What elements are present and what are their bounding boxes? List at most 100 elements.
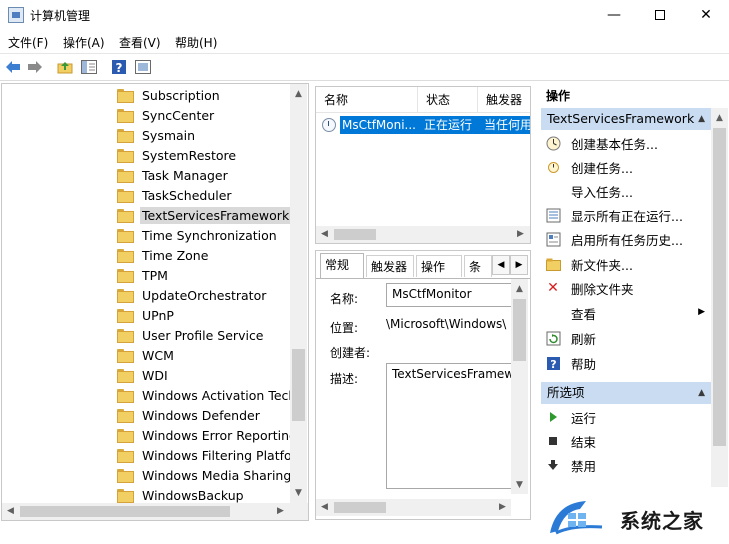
tree-item[interactable]: Windows Defender: [117, 405, 262, 425]
help-icon[interactable]: ?: [110, 58, 128, 76]
folder-icon: [117, 349, 134, 363]
name-label: 名称:: [330, 292, 359, 306]
tree-item-label: UPnP: [142, 307, 174, 323]
action-run[interactable]: 运行: [545, 405, 709, 429]
action-disable[interactable]: 禁用: [545, 453, 709, 477]
tree-item[interactable]: User Profile Service: [117, 325, 266, 345]
section-header-textservicesframework[interactable]: TextServicesFramework ▲: [541, 108, 711, 130]
prop-hscroll-thumb[interactable]: [334, 502, 386, 513]
folder-icon: [117, 449, 134, 463]
show-tree-icon[interactable]: [80, 58, 98, 76]
toolbar: ?: [0, 53, 729, 81]
tree-item[interactable]: SyncCenter: [117, 105, 216, 125]
forward-arrow-icon[interactable]: [26, 58, 44, 76]
action-show-running-tasks[interactable]: 显示所有正在运行...: [545, 203, 709, 227]
tree-item[interactable]: Subscription: [117, 85, 222, 105]
tree-vscroll-thumb[interactable]: [292, 349, 305, 421]
tree-item[interactable]: TaskScheduler: [117, 185, 234, 205]
tree-item[interactable]: TPM: [117, 265, 170, 285]
tab-scroll-left[interactable]: ◀: [492, 255, 510, 275]
prop-scroll-down-arrow[interactable]: ▼: [511, 477, 528, 494]
action-new-folder[interactable]: 新文件夹...: [545, 252, 709, 276]
task-row[interactable]: MsCtfMoni... 正在运行 当任何用: [320, 116, 530, 134]
action-label: 导入任务...: [571, 184, 633, 200]
tree-item-label: WindowsBackup: [142, 487, 244, 503]
section-header-selected-item[interactable]: 所选项 ▲: [541, 382, 711, 404]
minimize-button[interactable]: —: [591, 0, 637, 30]
tree-item[interactable]: WDI: [117, 365, 170, 385]
blank-icon: [545, 183, 561, 199]
back-arrow-icon[interactable]: [4, 58, 22, 76]
tab-general[interactable]: 常规: [320, 253, 364, 278]
properties-icon[interactable]: [134, 58, 152, 76]
properties-vertical-scrollbar[interactable]: ▲ ▼: [511, 279, 528, 494]
actions-vertical-scrollbar[interactable]: ▲: [711, 108, 728, 518]
column-header-trigger[interactable]: 触发器: [478, 87, 530, 113]
action-create-task[interactable]: 创建任务...: [545, 155, 709, 179]
scroll-right-arrow[interactable]: ▶: [272, 503, 289, 520]
list-horizontal-scrollbar[interactable]: ◀ ▶: [316, 226, 530, 243]
prop-scroll-left-arrow[interactable]: ◀: [316, 499, 333, 516]
tab-scroll-right[interactable]: ▶: [510, 255, 528, 275]
description-field[interactable]: TextServicesFramew: [386, 363, 512, 489]
tree-item[interactable]: TextServicesFramework: [117, 205, 292, 225]
column-header-name[interactable]: 名称: [316, 87, 418, 113]
menu-file[interactable]: 文件(F): [8, 34, 48, 51]
action-label: 刷新: [571, 331, 597, 347]
action-delete-folder[interactable]: ✕ 删除文件夹: [545, 276, 709, 300]
name-field[interactable]: MsCtfMonitor: [386, 283, 512, 307]
actions-vscroll-thumb[interactable]: [713, 128, 726, 446]
prop-scroll-right-arrow[interactable]: ▶: [494, 499, 511, 516]
list-hscroll-thumb[interactable]: [334, 229, 376, 240]
tree-item[interactable]: WindowsBackup: [117, 485, 246, 505]
tree-item[interactable]: Time Zone: [117, 245, 210, 265]
run-icon: [545, 409, 561, 425]
author-label: 创建者:: [330, 346, 371, 360]
action-enable-task-history[interactable]: 启用所有任务历史...: [545, 227, 709, 251]
column-header-status[interactable]: 状态: [418, 87, 478, 113]
folder-icon: [117, 269, 134, 283]
tree-horizontal-scrollbar[interactable]: ◀ ▶: [2, 503, 308, 520]
tree-item[interactable]: Task Manager: [117, 165, 230, 185]
action-label: 结束: [571, 434, 597, 450]
tab-conditions[interactable]: 条件: [464, 255, 492, 277]
tab-triggers[interactable]: 触发器: [366, 255, 414, 277]
close-button[interactable]: ✕: [683, 0, 729, 30]
tree-vertical-scrollbar[interactable]: ▲ ▼: [290, 84, 307, 503]
tree-item[interactable]: UPnP: [117, 305, 176, 325]
action-view[interactable]: 查看 ▶: [545, 301, 709, 325]
location-label: 位置:: [330, 321, 359, 335]
properties-horizontal-scrollbar[interactable]: ◀ ▶: [316, 499, 511, 516]
up-folder-icon[interactable]: [56, 58, 74, 76]
action-refresh[interactable]: 刷新: [545, 326, 709, 350]
tree-item[interactable]: UpdateOrchestrator: [117, 285, 268, 305]
tree-item[interactable]: WCM: [117, 345, 176, 365]
maximize-button[interactable]: [637, 0, 683, 30]
actions-scroll-up-arrow[interactable]: ▲: [711, 110, 728, 127]
action-help[interactable]: ? 帮助: [545, 351, 709, 375]
tree-item[interactable]: Windows Error Reporting: [117, 425, 299, 445]
list-scroll-left-arrow[interactable]: ◀: [316, 226, 333, 243]
tree-item[interactable]: Time Synchronization: [117, 225, 279, 245]
prop-vscroll-thumb[interactable]: [513, 299, 526, 361]
action-end[interactable]: 结束: [545, 429, 709, 453]
menu-help[interactable]: 帮助(H): [175, 34, 217, 51]
tree-item[interactable]: Sysmain: [117, 125, 197, 145]
tree-item[interactable]: Windows Filtering Platforr: [117, 445, 304, 465]
tree-hscroll-thumb[interactable]: [20, 506, 230, 517]
menu-action[interactable]: 操作(A): [63, 34, 105, 51]
scroll-down-arrow[interactable]: ▼: [290, 485, 307, 502]
action-import-task[interactable]: 导入任务...: [545, 179, 709, 203]
scroll-up-arrow[interactable]: ▲: [290, 86, 307, 103]
action-label: 查看: [571, 306, 597, 322]
tab-actions[interactable]: 操作: [416, 255, 462, 277]
action-create-basic-task[interactable]: 创建基本任务...: [545, 131, 709, 155]
prop-scroll-up-arrow[interactable]: ▲: [511, 281, 528, 298]
tree-item[interactable]: Windows Activation Techn: [117, 385, 306, 405]
tree-item[interactable]: Windows Media Sharing: [117, 465, 293, 485]
menu-view[interactable]: 查看(V): [119, 34, 161, 51]
list-scroll-right-arrow[interactable]: ▶: [512, 226, 529, 243]
scroll-left-arrow[interactable]: ◀: [2, 503, 19, 520]
tree-item[interactable]: SystemRestore: [117, 145, 238, 165]
folder-icon: [117, 429, 134, 443]
